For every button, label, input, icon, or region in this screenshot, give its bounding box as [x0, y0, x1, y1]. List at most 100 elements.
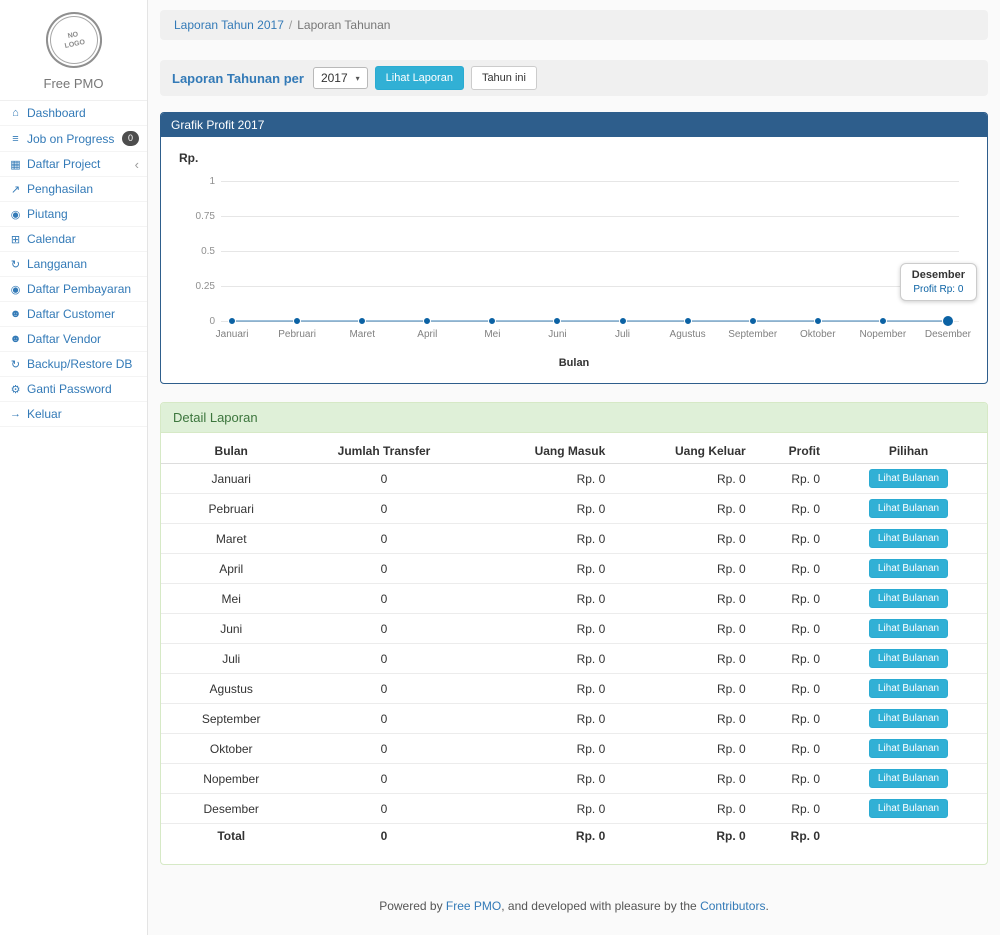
sidebar-menu: ⌂Dashboard≡Job on Progress0 ▦ Daftar Proje… [0, 101, 147, 427]
cell-uang_masuk: Rp. 0 [467, 764, 616, 794]
lihat-bulanan-button[interactable]: Lihat Bulanan [869, 559, 948, 578]
sidebar-item-dashboard[interactable]: ⌂Dashboard [0, 101, 147, 126]
cell-uang_keluar: Rp. 0 [615, 644, 755, 674]
sidebar-item-calendar[interactable]: ⊞Calendar [0, 227, 147, 252]
sidebar-item-daftar-vendor[interactable]: ☻Daftar Vendor [0, 327, 147, 352]
x-tick-label: Pebruari [278, 329, 316, 340]
breadcrumb-link[interactable]: Laporan Tahun 2017 [174, 18, 284, 32]
table-row: Agustus0Rp. 0Rp. 0Rp. 0Lihat Bulanan [161, 674, 987, 704]
lihat-bulanan-button[interactable]: Lihat Bulanan [869, 469, 948, 488]
sidebar-item-keluar[interactable]: →Keluar [0, 402, 147, 427]
cell-uang_keluar: Rp. 0 [615, 614, 755, 644]
dashboard-icon: ⌂ [8, 107, 23, 119]
sidebar-item-penghasilan[interactable]: ↗Penghasilan [0, 177, 147, 202]
lihat-bulanan-button[interactable]: Lihat Bulanan [869, 709, 948, 728]
filter-bar: Laporan Tahunan per 2017 ▾ Lihat Laporan… [160, 60, 988, 96]
cell-jumlah_transfer: 0 [301, 494, 466, 524]
sidebar-item-label: Penghasilan [27, 182, 93, 196]
data-point-oktober[interactable] [814, 317, 822, 325]
chevron-down-icon: ▾ [356, 74, 360, 83]
sidebar-item-piutang[interactable]: ◉Piutang [0, 202, 147, 227]
data-point-januari[interactable] [228, 317, 236, 325]
cell-pilihan: Lihat Bulanan [830, 584, 987, 614]
cell-jumlah_transfer: 0 [301, 704, 466, 734]
lihat-bulanan-button[interactable]: Lihat Bulanan [869, 799, 948, 818]
lihat-laporan-button[interactable]: Lihat Laporan [375, 66, 464, 90]
sidebar: NO LOGO Free PMO ⌂Dashboard≡Job on Progr… [0, 0, 148, 935]
cell-uang_keluar: Rp. 0 [615, 764, 755, 794]
table-row: Desember0Rp. 0Rp. 0Rp. 0Lihat Bulanan [161, 794, 987, 824]
cell-uang_masuk: Rp. 0 [467, 674, 616, 704]
page: NO LOGO Free PMO ⌂Dashboard≡Job on Progr… [0, 0, 1000, 935]
lihat-bulanan-button[interactable]: Lihat Bulanan [869, 589, 948, 608]
brand-name: Free PMO [0, 76, 147, 91]
count-badge: 0 [122, 131, 139, 146]
total-jumlah_transfer: 0 [301, 824, 466, 849]
tooltip-value: Profit Rp: 0 [912, 284, 965, 295]
data-point-april[interactable] [423, 317, 431, 325]
table-row: September0Rp. 0Rp. 0Rp. 0Lihat Bulanan [161, 704, 987, 734]
cell-uang_masuk: Rp. 0 [467, 524, 616, 554]
data-point-september[interactable] [749, 317, 757, 325]
sidebar-item-ganti-password[interactable]: ⚙Ganti Password [0, 377, 147, 402]
x-tick-label: Desember [925, 329, 971, 340]
data-point-juli[interactable] [619, 317, 627, 325]
table-row: April0Rp. 0Rp. 0Rp. 0Lihat Bulanan [161, 554, 987, 584]
column-header: Pilihan [830, 439, 987, 464]
sidebar-item-label: Daftar Project [27, 157, 100, 171]
x-tick-label: Maret [349, 329, 375, 340]
x-tick-label: April [417, 329, 437, 340]
sidebar-item-job-on-progress[interactable]: ≡Job on Progress0 [0, 126, 147, 152]
line-chart: 00.250.50.751JanuariPebruariMaretAprilMe… [221, 181, 959, 321]
cell-profit: Rp. 0 [756, 674, 830, 704]
year-select[interactable]: 2017 ▾ [313, 67, 368, 89]
cell-pilihan: Lihat Bulanan [830, 704, 987, 734]
column-header: Uang Keluar [615, 439, 755, 464]
data-point-desember[interactable] [942, 315, 954, 327]
contributors-link[interactable]: Contributors [700, 899, 765, 913]
x-axis-label: Bulan [173, 357, 975, 369]
cell-bulan: Maret [161, 524, 301, 554]
sidebar-item-langganan[interactable]: ↻Langganan [0, 252, 147, 277]
column-header: Jumlah Transfer [301, 439, 466, 464]
sidebar-item-daftar-project[interactable]: ▦Daftar Project‹ [0, 152, 147, 177]
lihat-bulanan-button[interactable]: Lihat Bulanan [869, 529, 948, 548]
sidebar-item-label: Calendar [27, 232, 76, 246]
cell-bulan: Mei [161, 584, 301, 614]
tahun-ini-button[interactable]: Tahun ini [471, 66, 537, 90]
cell-uang_keluar: Rp. 0 [615, 554, 755, 584]
cell-jumlah_transfer: 0 [301, 614, 466, 644]
sidebar-item-daftar-customer[interactable]: ☻Daftar Customer [0, 302, 147, 327]
tooltip-label: Desember [912, 269, 965, 281]
lihat-bulanan-button[interactable]: Lihat Bulanan [869, 739, 948, 758]
cell-profit: Rp. 0 [756, 524, 830, 554]
data-point-juni[interactable] [553, 317, 561, 325]
chart-area: Rp. 00.250.50.751JanuariPebruariMaretApr… [161, 137, 987, 383]
data-point-pebruari[interactable] [293, 317, 301, 325]
chart-panel-title: Grafik Profit 2017 [161, 113, 987, 137]
cell-pilihan: Lihat Bulanan [830, 734, 987, 764]
cell-jumlah_transfer: 0 [301, 674, 466, 704]
free-pmo-link[interactable]: Free PMO [446, 899, 501, 913]
lihat-bulanan-button[interactable]: Lihat Bulanan [869, 499, 948, 518]
data-point-nopember[interactable] [879, 317, 887, 325]
table-row: Pebruari0Rp. 0Rp. 0Rp. 0Lihat Bulanan [161, 494, 987, 524]
sidebar-item-daftar-pembayaran[interactable]: ◉Daftar Pembayaran [0, 277, 147, 302]
data-point-maret[interactable] [358, 317, 366, 325]
cell-pilihan: Lihat Bulanan [830, 674, 987, 704]
data-point-agustus[interactable] [684, 317, 692, 325]
table-header-row: BulanJumlah TransferUang MasukUang Kelua… [161, 439, 987, 464]
y-tick-label: 0.5 [177, 246, 215, 257]
lihat-bulanan-button[interactable]: Lihat Bulanan [869, 619, 948, 638]
lihat-bulanan-button[interactable]: Lihat Bulanan [869, 649, 948, 668]
report-table: BulanJumlah TransferUang MasukUang Kelua… [161, 439, 987, 848]
table-icon: ▦ [8, 158, 23, 171]
lihat-bulanan-button[interactable]: Lihat Bulanan [869, 769, 948, 788]
cell-pilihan: Lihat Bulanan [830, 614, 987, 644]
users-icon: ☻ [8, 333, 23, 345]
sidebar-item-backup-restore-db[interactable]: ↻Backup/Restore DB [0, 352, 147, 377]
cell-profit: Rp. 0 [756, 644, 830, 674]
cell-bulan: Juli [161, 644, 301, 674]
data-point-mei[interactable] [488, 317, 496, 325]
lihat-bulanan-button[interactable]: Lihat Bulanan [869, 679, 948, 698]
